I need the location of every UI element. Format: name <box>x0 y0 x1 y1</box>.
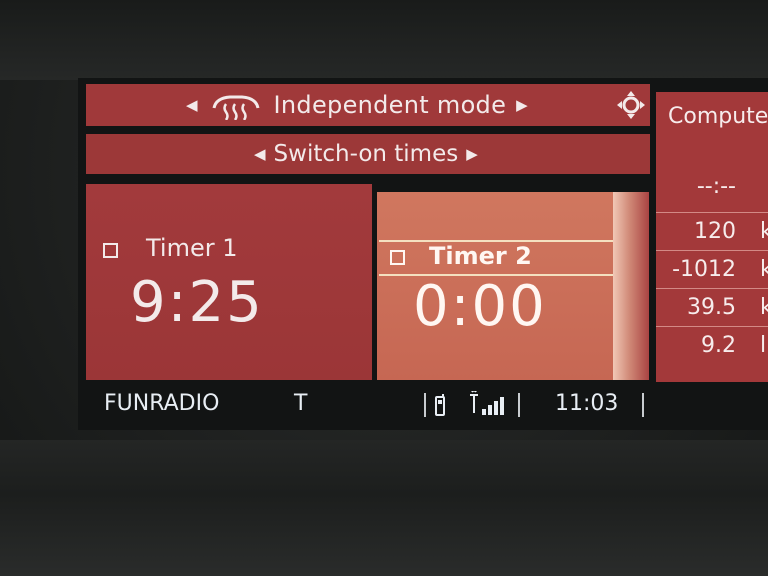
selection-highlight <box>379 240 619 276</box>
navigation-joystick-icon[interactable] <box>616 90 646 120</box>
computer-value: -1012 <box>672 257 736 282</box>
timer-2-time[interactable]: 0:00 <box>413 274 547 339</box>
mode-header-content: ◀ Independent mode ▶ <box>186 84 528 126</box>
computer-value: 9.2 <box>701 333 736 358</box>
clock: 11:03 <box>555 391 619 416</box>
dashboard-top-trim <box>0 0 768 80</box>
computer-row: -1012 kr <box>656 250 768 287</box>
subheader-right-arrow[interactable]: ▶ <box>466 145 478 163</box>
subheader-title: Switch-on times <box>273 141 459 167</box>
timer-1-label: Timer 1 <box>146 234 238 262</box>
header-left-arrow[interactable]: ◀ <box>186 96 198 114</box>
computer-row: 39.5 km <box>656 288 768 325</box>
subheader-left-arrow[interactable]: ◀ <box>254 145 266 163</box>
timer-1-time[interactable]: 9:25 <box>130 270 264 335</box>
computer-unit: kr <box>760 219 768 244</box>
switch-on-times-header[interactable]: ◀ Switch-on times ▶ <box>86 134 650 174</box>
traffic-indicator: T <box>294 391 308 416</box>
selection-curve-decoration <box>613 192 649 380</box>
computer-value: --:-- <box>696 174 736 199</box>
computer-unit: kr <box>760 257 768 282</box>
computer-row: --:-- <box>656 168 768 204</box>
timer-1-panel[interactable]: Timer 1 9:25 <box>86 184 372 380</box>
mode-header[interactable]: ◀ Independent mode ▶ <box>86 84 650 126</box>
subheader-content: ◀ Switch-on times ▶ <box>254 134 478 174</box>
status-separator <box>518 393 520 417</box>
side-panel-title: Compute <box>668 104 768 129</box>
computer-value: 39.5 <box>687 295 736 320</box>
dashboard-bottom-trim <box>0 440 768 576</box>
computer-unit: l <box>760 333 767 358</box>
status-bar: FUNRADIO T 11:03 <box>78 383 768 425</box>
idrive-screen: ◀ Independent mode ▶ ◀ Switch-on times ▶… <box>78 78 768 430</box>
timer-2-panel-selected[interactable]: Timer 2 0:00 <box>377 192 617 380</box>
status-separator <box>424 393 426 417</box>
computer-side-panel[interactable]: Compute --:-- 120 kr -1012 kr 39.5 km 9.… <box>656 92 768 382</box>
radio-station[interactable]: FUNRADIO <box>104 391 219 416</box>
computer-unit: km <box>760 295 768 320</box>
heater-icon <box>212 95 260 120</box>
timer-1-checkbox[interactable] <box>103 243 118 258</box>
computer-value: 120 <box>694 219 736 244</box>
header-right-arrow[interactable]: ▶ <box>516 96 528 114</box>
status-separator <box>642 393 644 417</box>
computer-row: 9.2 l <box>656 326 768 363</box>
header-title: Independent mode <box>273 91 507 119</box>
phone-icon <box>435 394 445 416</box>
computer-row: 120 kr <box>656 212 768 249</box>
signal-strength-icon <box>470 391 504 415</box>
